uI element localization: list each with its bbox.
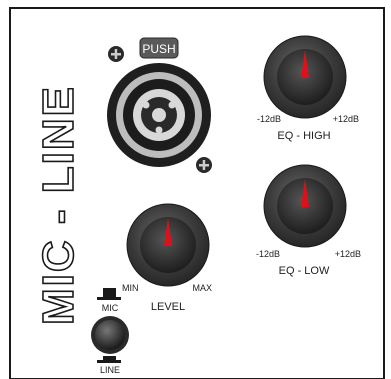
line-label: LINE [100,365,120,375]
eq-high-label: EQ - HIGH [277,130,330,142]
screw-icon [108,46,124,62]
level-min-label: MIN [122,283,139,293]
eq-low-knob[interactable] [263,164,347,248]
level-label: LEVEL [151,301,185,313]
channel-title: MIC - LINE [34,85,83,325]
level-max-label: MAX [192,283,212,293]
eq-low-label: EQ - LOW [279,265,330,277]
push-release-button[interactable]: PUSH [139,37,179,59]
screw-icon [196,157,212,173]
level-knob[interactable] [126,203,210,287]
eq-high-min-label: -12dB [257,114,281,124]
eq-high-knob[interactable] [263,35,347,119]
mic-line-channel-panel: MIC - LINE PUSH -12dB +12dB EQ - HIGH -1… [0,0,391,379]
mic-indicator-icon [103,288,116,297]
eq-low-max-label: +12dB [335,249,361,259]
line-indicator-base [97,360,121,363]
eq-high-max-label: +12dB [333,114,359,124]
eq-low-min-label: -12dB [256,249,280,259]
mic-label: MIC [102,303,119,313]
mic-indicator-base [97,297,121,300]
push-label: PUSH [142,42,175,56]
xlr-combo-jack[interactable] [107,63,211,167]
mic-line-switch-button[interactable] [91,316,129,354]
